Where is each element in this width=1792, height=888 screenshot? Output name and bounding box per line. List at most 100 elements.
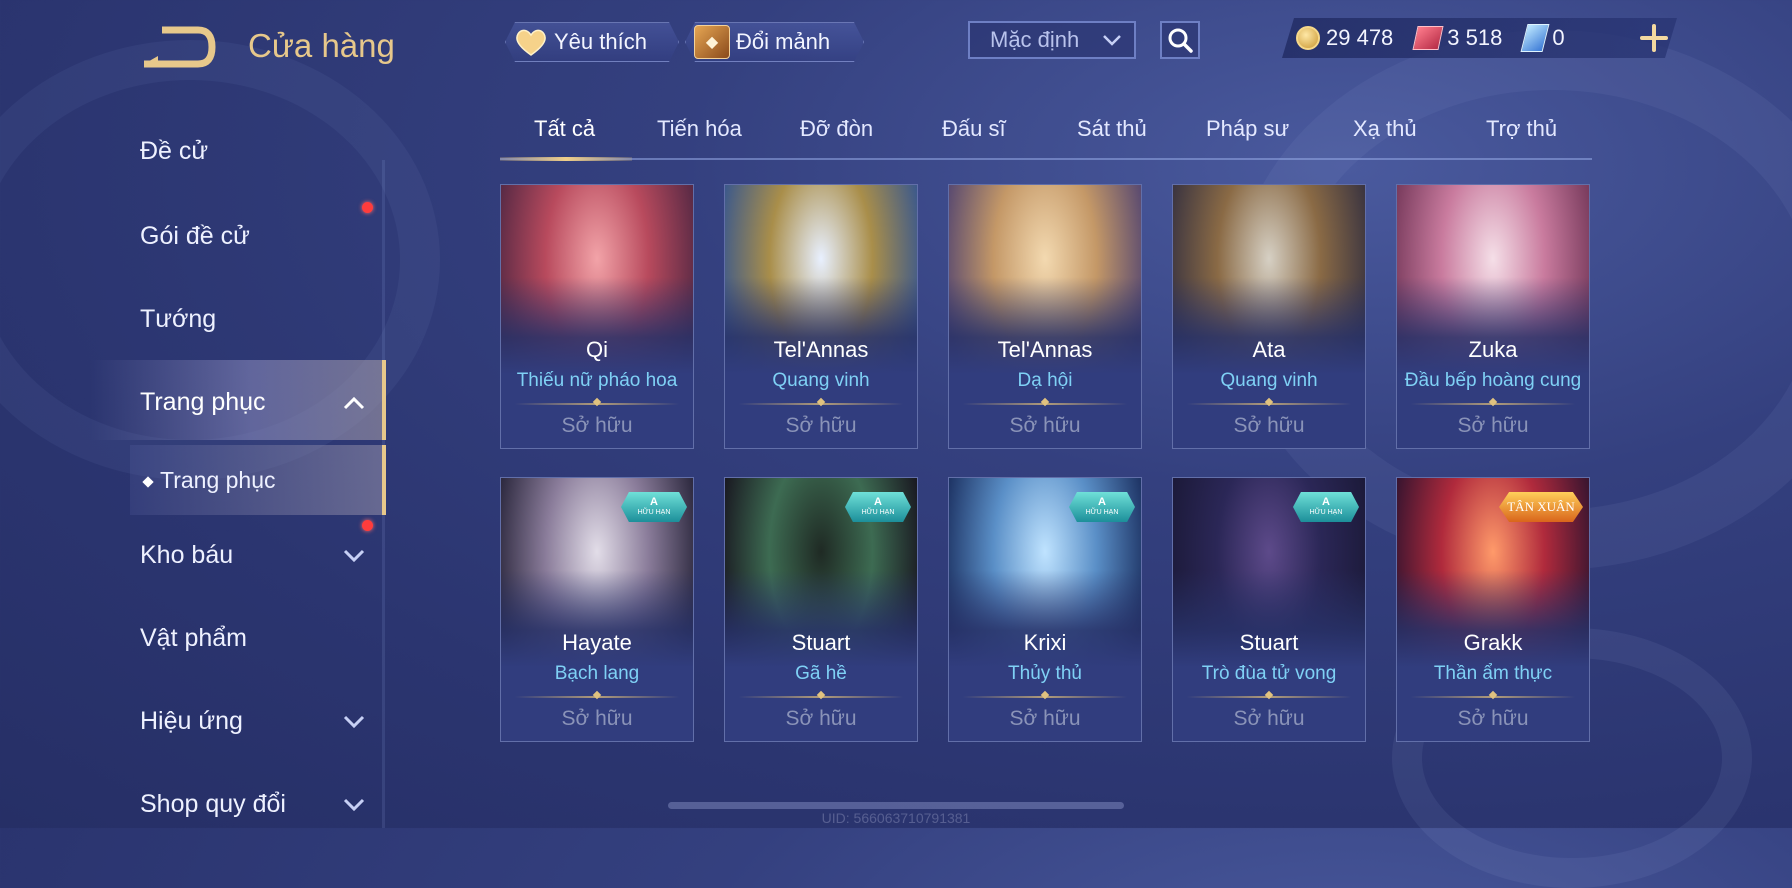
skin-card[interactable]: Hayate Bạch lang Sở hữu A HỮU HẠN: [500, 477, 694, 742]
owned-status: Sở hữu: [1457, 707, 1529, 730]
limited-badge: A HỮU HẠN: [621, 492, 687, 522]
search-icon: [1168, 28, 1193, 53]
exchange-shards-button[interactable]: ◆ Đổi mảnh: [685, 22, 864, 62]
exchange-shards-label: Đổi mảnh: [736, 29, 831, 54]
card-divider: [963, 696, 1127, 698]
skin-card[interactable]: Stuart Trò đùa tử vong Sở hữu A HỮU HẠN: [1172, 477, 1366, 742]
gold-currency: 29 478: [1296, 25, 1393, 51]
add-currency-button[interactable]: [1636, 20, 1672, 56]
badge-tier: A: [1098, 496, 1106, 508]
badge-tier: A: [874, 496, 882, 508]
tab-mage[interactable]: Pháp sư: [1206, 116, 1289, 142]
sidebar-item-recommended[interactable]: Đề cử: [140, 137, 208, 166]
skin-card[interactable]: Stuart Gã hề Sở hữu A HỮU HẠN: [724, 477, 918, 742]
chest-icon: ◆: [694, 25, 730, 59]
badge-label: HỮU HẠN: [1309, 509, 1343, 516]
skin-name: Gã hề: [795, 663, 847, 684]
skin-name: Bạch lang: [554, 663, 640, 684]
badge-label: HỮU HẠN: [861, 509, 895, 516]
owned-status: Sở hữu: [1009, 707, 1081, 730]
card-fade: [725, 185, 917, 448]
card-divider: [739, 696, 903, 698]
badge-tier: A: [650, 496, 658, 508]
skin-name: Thủy thủ: [1008, 663, 1082, 684]
skin-card[interactable]: Zuka Đầu bếp hoàng cung Sở hữu: [1396, 184, 1590, 449]
sort-dropdown-value: Mặc định: [990, 27, 1080, 52]
badge-label: HỮU HẠN: [1085, 509, 1119, 516]
skin-card[interactable]: Grakk Thần ẩm thực Sở hữu TÂN XUÂN: [1396, 477, 1590, 742]
back-arrow-icon[interactable]: [140, 26, 216, 68]
chevron-down-icon: [343, 549, 365, 563]
limited-badge: A HỮU HẠN: [845, 492, 911, 522]
skin-card[interactable]: Tel'Annas Quang vinh Sở hữu: [724, 184, 918, 449]
hero-name: Stuart: [791, 630, 851, 655]
hero-name: Grakk: [1463, 630, 1523, 655]
sidebar-item-heroes[interactable]: Tướng: [140, 305, 216, 334]
skin-name: Đầu bếp hoàng cung: [1404, 370, 1582, 391]
sidebar-item-effects[interactable]: Hiệu ứng: [140, 707, 243, 736]
limited-badge: A HỮU HẠN: [1293, 492, 1359, 522]
sidebar-item-treasure[interactable]: Kho báu: [140, 541, 233, 570]
chevron-down-icon: [1103, 35, 1121, 46]
card-divider: [1411, 403, 1575, 405]
gold-amount: 29 478: [1326, 25, 1394, 50]
skin-card[interactable]: Qi Thiếu nữ pháo hoa Sở hữu: [500, 184, 694, 449]
tab-support[interactable]: Trợ thủ: [1486, 116, 1557, 142]
tab-fighter[interactable]: Đấu sĩ: [942, 116, 1006, 142]
event-badge: TÂN XUÂN: [1499, 492, 1583, 522]
page-title: Cửa hàng: [248, 27, 395, 64]
owned-status: Sở hữu: [561, 414, 633, 437]
gold-coin-icon: [1296, 26, 1320, 50]
owned-status: Sở hữu: [785, 707, 857, 730]
horizontal-scrollbar[interactable]: [668, 802, 1124, 809]
search-button[interactable]: [1160, 21, 1200, 59]
skin-name: Quang vinh: [772, 370, 870, 391]
gem-currency: 0: [1524, 24, 1564, 52]
card-fade: [1173, 185, 1365, 448]
sidebar-item-items[interactable]: Vật phẩm: [140, 624, 247, 653]
skin-name: Quang vinh: [1220, 370, 1318, 391]
tab-all[interactable]: Tất cả: [534, 116, 595, 142]
tab-assassin[interactable]: Sát thủ: [1077, 116, 1147, 142]
sidebar-subitem-skins[interactable]: Trang phục: [142, 467, 276, 494]
tab-label: Tất cả: [534, 116, 596, 141]
favorites-button[interactable]: Yêu thích: [505, 22, 679, 62]
notification-dot: [362, 520, 373, 531]
chevron-down-icon: [343, 715, 365, 729]
skin-name: Trò đùa tử vong: [1201, 663, 1337, 684]
skin-card[interactable]: Tel'Annas Dạ hội Sở hữu: [948, 184, 1142, 449]
hero-name: Tel'Annas: [997, 337, 1093, 362]
card-fade: [501, 185, 693, 448]
plus-icon: [1640, 24, 1668, 52]
hero-name: Zuka: [1468, 337, 1518, 362]
voucher-icon: [1413, 26, 1444, 50]
owned-status: Sở hữu: [1233, 707, 1305, 730]
owned-status: Sở hữu: [785, 414, 857, 437]
bullet-diamond-icon: [142, 476, 154, 488]
sort-dropdown[interactable]: Mặc định: [968, 21, 1136, 59]
voucher-currency: 3 518: [1415, 25, 1502, 51]
sidebar-subitem-skins-label: Trang phục: [160, 467, 276, 493]
skin-card[interactable]: Ata Quang vinh Sở hữu: [1172, 184, 1366, 449]
card-divider: [515, 403, 679, 405]
sidebar-item-skins[interactable]: Trang phục: [140, 388, 266, 417]
badge-tier: A: [1322, 496, 1330, 508]
tab-tank[interactable]: Đỡ đòn: [800, 116, 873, 142]
tab-evolution[interactable]: Tiến hóa: [657, 116, 742, 142]
notification-dot: [362, 202, 373, 213]
card-divider: [1411, 696, 1575, 698]
tab-marksman[interactable]: Xạ thủ: [1353, 116, 1417, 142]
card-divider: [739, 403, 903, 405]
heart-icon: [514, 27, 548, 57]
owned-status: Sở hữu: [1457, 414, 1529, 437]
hero-name: Tel'Annas: [773, 337, 869, 362]
card-divider: [963, 403, 1127, 405]
gem-amount: 0: [1552, 25, 1565, 50]
skin-card[interactable]: Krixi Thủy thủ Sở hữu A HỮU HẠN: [948, 477, 1142, 742]
card-divider: [1187, 403, 1351, 405]
card-divider: [1187, 696, 1351, 698]
owned-status: Sở hữu: [561, 707, 633, 730]
limited-badge: A HỮU HẠN: [1069, 492, 1135, 522]
sidebar-item-bundles[interactable]: Gói đề cử: [140, 222, 250, 251]
voucher-amount: 3 518: [1447, 25, 1503, 50]
